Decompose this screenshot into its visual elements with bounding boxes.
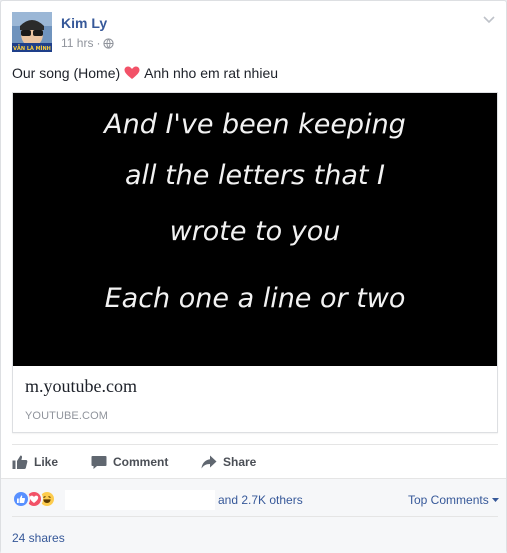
- comment-label: Comment: [113, 455, 169, 469]
- action-bar: Like Comment Share: [12, 448, 498, 476]
- link-title[interactable]: m.youtube.com: [25, 376, 137, 397]
- like-reaction-icon: [12, 490, 30, 508]
- meta-separator: ·: [96, 36, 101, 50]
- post-header: VẪN LÀ MÌNH Kim Ly 11 hrs ·: [12, 12, 497, 56]
- link-preview-card[interactable]: And I've been keeping all the letters th…: [12, 92, 498, 433]
- footer-divider: [12, 516, 498, 517]
- lyric-line-4: Each one a line or two: [105, 283, 406, 314]
- globe-icon[interactable]: [103, 37, 115, 49]
- post-text-main: Our song (Home): [12, 65, 121, 81]
- thumbs-up-icon: [12, 455, 28, 469]
- post-card: VẪN LÀ MÌNH Kim Ly 11 hrs · Our song (Ho…: [0, 0, 507, 553]
- author-name[interactable]: Kim Ly: [61, 15, 107, 31]
- share-button[interactable]: Share: [201, 448, 256, 476]
- shares-count[interactable]: 24 shares: [12, 531, 65, 545]
- reaction-count[interactable]: and 2.7K others: [218, 493, 303, 507]
- like-button[interactable]: Like: [12, 448, 58, 476]
- post-footer: and 2.7K others Top Comments 24 shares: [1, 478, 506, 553]
- avatar-caption: VẪN LÀ MÌNH: [13, 44, 51, 52]
- share-arrow-icon: [201, 455, 217, 469]
- share-label: Share: [223, 455, 257, 469]
- redacted-names: [65, 490, 215, 510]
- comment-icon: [91, 455, 107, 469]
- reaction-icons[interactable]: [12, 490, 56, 508]
- caret-down-icon: [491, 497, 499, 502]
- post-text: Our song (Home) Anh nho em rat nhieu: [12, 65, 278, 81]
- lyric-line-1: And I've been keeping: [102, 109, 406, 140]
- actions-divider: [12, 444, 498, 445]
- link-domain: YOUTUBE.COM: [25, 410, 108, 422]
- lyric-line-2: all the letters that I: [125, 160, 385, 191]
- comment-button[interactable]: Comment: [91, 448, 168, 476]
- avatar[interactable]: VẪN LÀ MÌNH: [12, 12, 52, 52]
- heart-icon: [124, 66, 140, 80]
- post-meta: 11 hrs ·: [61, 36, 115, 50]
- like-label: Like: [34, 455, 59, 469]
- lyric-line-3: wrote to you: [170, 216, 341, 247]
- chevron-down-icon[interactable]: [481, 12, 497, 28]
- post-time[interactable]: 11 hrs: [61, 36, 93, 50]
- post-text-after: Anh nho em rat nhieu: [144, 65, 279, 81]
- top-comments-label: Top Comments: [408, 493, 489, 507]
- video-thumbnail[interactable]: And I've been keeping all the letters th…: [13, 93, 497, 366]
- top-comments-dropdown[interactable]: Top Comments: [408, 493, 499, 507]
